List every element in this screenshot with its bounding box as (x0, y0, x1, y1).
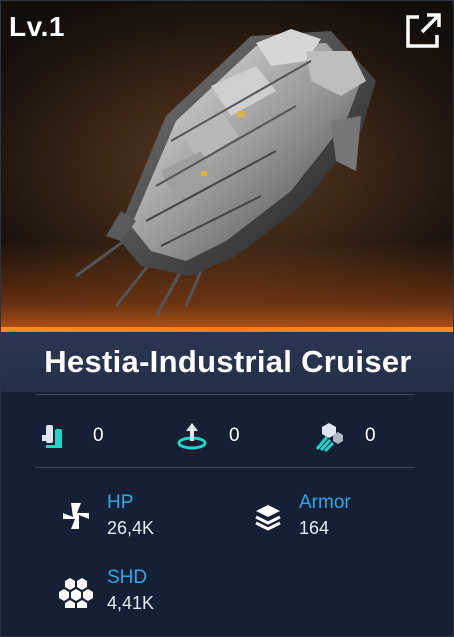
divider (35, 467, 415, 468)
weapon-module-slot[interactable]: 0 (39, 411, 104, 461)
level-label: Lv.1 (9, 11, 65, 42)
module-row: 0 0 0 (1, 411, 453, 461)
rarity-accent-bar (1, 327, 453, 332)
drone-module-slot[interactable]: 0 (311, 411, 376, 461)
ship-name: Hestia-Industrial Cruiser (44, 344, 412, 379)
shd-label: SHD (107, 567, 148, 588)
armor-layers-icon (255, 505, 281, 531)
drone-module-icon (315, 423, 343, 453)
armor-value: 164 (299, 518, 330, 538)
hp-value: 26,4K (107, 518, 155, 538)
support-module-slot[interactable]: 0 (175, 411, 240, 461)
armor-stat: Armor 164 (251, 491, 351, 541)
ship-name-bar: Hestia-Industrial Cruiser (1, 332, 453, 392)
support-module-count: 0 (229, 425, 240, 446)
expand-icon[interactable] (403, 11, 443, 51)
shd-stat: SHD 4,41K (59, 566, 154, 616)
divider (35, 394, 415, 395)
support-module-icon (177, 423, 207, 450)
ship-image-area[interactable]: Lv.1 (1, 1, 453, 331)
weapon-module-icon (42, 425, 62, 448)
drone-module-count: 0 (365, 425, 376, 446)
armor-label: Armor (299, 492, 351, 513)
hp-label: HP (107, 492, 134, 513)
weapon-module-count: 0 (93, 425, 104, 446)
hp-stat: HP 26,4K (59, 491, 154, 541)
shd-value: 4,41K (107, 593, 155, 613)
ship-card: Lv.1 Hestia-Industrial Cruiser 0 0 0 HP … (0, 0, 454, 637)
ship-illustration (75, 29, 376, 317)
shield-hex-icon (59, 578, 93, 608)
repair-cross-icon (63, 503, 89, 529)
